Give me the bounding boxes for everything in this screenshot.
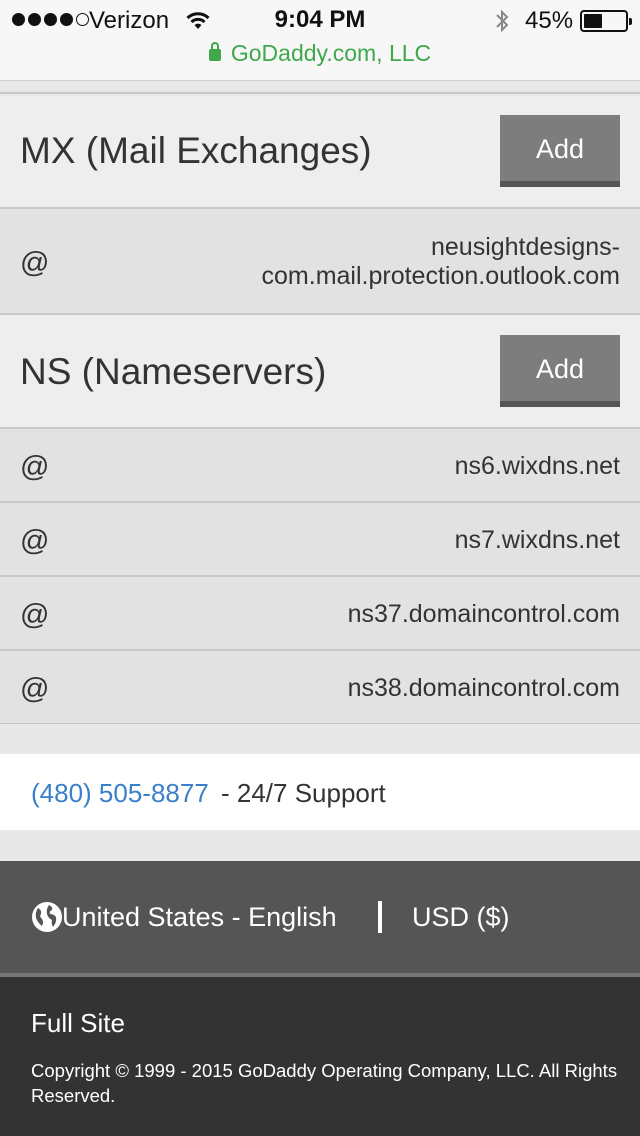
copyright-text: Copyright © 1999 - 2015 GoDaddy Operatin…: [31, 1060, 618, 1106]
spacer: [0, 830, 640, 861]
url-bar[interactable]: GoDaddy.com, LLC: [0, 40, 640, 74]
ns-record-row[interactable]: @ ns7.wixdns.net: [0, 503, 640, 577]
ns-record-row[interactable]: @ ns37.domaincontrol.com: [0, 577, 640, 651]
record-host: @: [20, 525, 50, 557]
battery-percent: 45%: [525, 7, 574, 34]
record-host: @: [20, 673, 50, 705]
currency-selector[interactable]: USD ($): [412, 902, 510, 933]
record-value: ns37.domaincontrol.com: [347, 600, 620, 628]
add-ns-button[interactable]: Add: [500, 335, 620, 407]
mx-record-row[interactable]: @ neusightdesigns- com.mail.protection.o…: [0, 209, 640, 315]
mx-section-header: MX (Mail Exchanges) Add: [0, 96, 640, 209]
locale-divider: [378, 901, 382, 933]
record-value: ns6.wixdns.net: [454, 452, 620, 480]
ns-section-header: NS (Nameservers) Add: [0, 315, 640, 429]
support-phone-link[interactable]: (480) 505-8877: [31, 778, 209, 809]
ns-record-row[interactable]: @ ns38.domaincontrol.com: [0, 651, 640, 725]
ns-record-row[interactable]: @ ns6.wixdns.net: [0, 429, 640, 503]
record-host: @: [20, 451, 50, 483]
add-mx-button[interactable]: Add: [500, 115, 620, 187]
battery-icon: [580, 10, 632, 32]
section-divider: [0, 80, 640, 94]
record-host: @: [20, 247, 50, 279]
footer: Full Site Copyright © 1999 - 2015 GoDadd…: [0, 977, 640, 1136]
full-site-link[interactable]: Full Site: [31, 1008, 125, 1039]
globe-icon: [31, 901, 63, 933]
record-value: neusightdesigns- com.mail.protection.out…: [262, 233, 620, 291]
record-value-line2: com.mail.protection.outlook.com: [261, 262, 620, 290]
bluetooth-icon: [494, 8, 510, 39]
locale-selector[interactable]: United States - English: [62, 902, 337, 933]
support-label: - 24/7 Support: [221, 778, 386, 808]
record-value: ns7.wixdns.net: [454, 526, 620, 554]
locale-bar: United States - English USD ($): [0, 861, 640, 973]
record-value: ns38.domaincontrol.com: [347, 674, 620, 702]
lock-icon: [208, 42, 221, 61]
status-bar: Verizon 9:04 PM 45% GoDaddy.com, LLC: [0, 0, 640, 80]
ns-section-title: NS (Nameservers): [20, 351, 327, 392]
support-bar: (480) 505-8877 - 24/7 Support: [0, 754, 640, 830]
record-value-line1: neusightdesigns-: [430, 233, 620, 261]
site-identity: GoDaddy.com, LLC: [230, 40, 432, 66]
mx-section-title: MX (Mail Exchanges): [20, 130, 372, 171]
record-host: @: [20, 599, 50, 631]
spacer: [0, 724, 640, 754]
